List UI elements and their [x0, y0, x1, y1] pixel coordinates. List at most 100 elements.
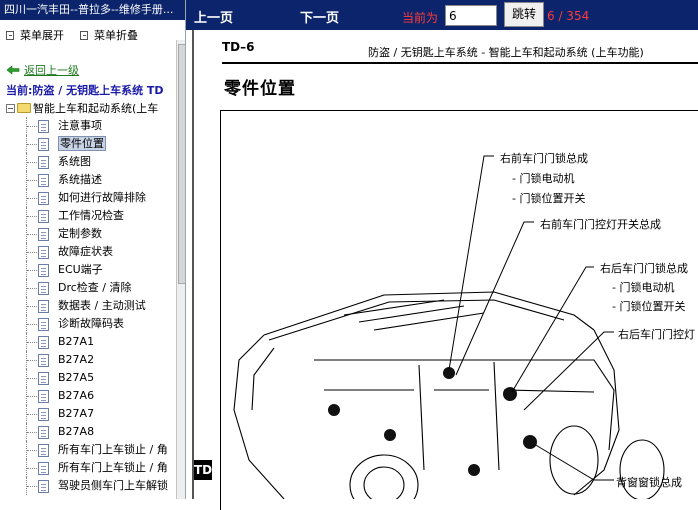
- tree-item[interactable]: 所有车门上车锁止 / 角: [0, 459, 176, 477]
- tree-item[interactable]: 故障症状表: [0, 243, 176, 261]
- tree-connector: [27, 342, 37, 343]
- document-icon: [38, 282, 49, 295]
- tree-connector: [27, 450, 37, 451]
- tree-item[interactable]: 驾驶员侧车门上车解锁: [0, 477, 176, 495]
- tree-item-label: 数据表 / 主动测试: [58, 299, 146, 312]
- back-arrow-icon: [6, 65, 20, 75]
- document-icon: [38, 480, 49, 493]
- tree-item-label: 零件位置: [58, 136, 106, 151]
- tree-item-label: 定制参数: [58, 227, 102, 240]
- tree-item-label: B27A1: [58, 335, 95, 348]
- callout-rf-door-lock: 右前车门门锁总成: [500, 152, 588, 165]
- callout-rf-lock-switch: - 门锁位置开关: [512, 192, 586, 205]
- document-icon: [38, 372, 49, 385]
- tree-item[interactable]: B27A7: [0, 405, 176, 423]
- tree-connector: [27, 252, 37, 253]
- document-icon: [38, 156, 49, 169]
- current-page-label: 当前为: [402, 11, 439, 25]
- tree-connector: [27, 288, 37, 289]
- tree-item[interactable]: 诊断故障码表: [0, 315, 176, 333]
- document-icon: [38, 174, 49, 187]
- tree-item-label: Drc检查 / 清除: [58, 281, 132, 294]
- tree-items: 注意事项零件位置系统图系统描述如何进行故障排除 工作情况检查 定制参数故障症状表 EC…: [0, 117, 176, 495]
- tree-connector: [27, 486, 37, 487]
- current-location: 当前:防盗 / 无钥匙上车系统 TD: [6, 84, 164, 97]
- tree-item-label: ECU端子: [58, 263, 103, 276]
- tree-connector: [27, 270, 37, 271]
- tree-item-label: 驾驶员侧车门上车解锁: [58, 479, 168, 492]
- document-icon: [38, 228, 49, 241]
- next-page-link[interactable]: 下一页: [300, 7, 339, 26]
- tree-item[interactable]: 数据表 / 主动测试: [0, 297, 176, 315]
- tree-connector: [27, 324, 37, 325]
- tree-item-label: 诊断故障码表: [58, 317, 124, 330]
- tree-item-label: B27A8: [58, 425, 95, 438]
- document-icon: [38, 336, 49, 349]
- tree-item[interactable]: Drc检查 / 清除: [0, 279, 176, 297]
- expand-menu-label: 菜单展开: [20, 29, 64, 42]
- tree-item-label: 如何进行故障排除: [58, 191, 146, 204]
- tree-connector: [27, 396, 37, 397]
- collapse-menu-label: 菜单折叠: [94, 29, 138, 42]
- expand-menu-button[interactable]: 菜单展开: [6, 27, 64, 43]
- page-count: 6 / 354: [547, 9, 590, 23]
- callout-rr-lock-motor: - 门锁电动机: [612, 281, 675, 294]
- tree-connector: [27, 198, 37, 199]
- tree-connector: [27, 306, 37, 307]
- expand-icon: [6, 30, 14, 40]
- callout-rr-lock-switch: - 门锁位置开关: [612, 300, 686, 313]
- document-icon: [38, 408, 49, 421]
- tree-item[interactable]: B27A1: [0, 333, 176, 351]
- back-link[interactable]: 返回上一级: [6, 62, 79, 78]
- tree-item-label: 注意事项: [58, 119, 102, 132]
- tree-connector: [27, 468, 37, 469]
- tree-root-node[interactable]: − 智能上车和起动系统(上车: [6, 100, 158, 116]
- tree-connector: [27, 144, 37, 145]
- document-icon: [38, 192, 49, 205]
- collapse-menu-button[interactable]: 菜单折叠: [80, 27, 138, 43]
- tree-item-label: B27A5: [58, 371, 95, 384]
- document-icon: [38, 210, 49, 223]
- tree-item[interactable]: 零件位置: [0, 135, 176, 153]
- tree-item[interactable]: 注意事项: [0, 117, 176, 135]
- callout-rf-courtesy-switch: 右前车门门控灯开关总成: [540, 218, 661, 231]
- page-number-input[interactable]: [445, 5, 497, 26]
- tree-item[interactable]: 如何进行故障排除: [0, 189, 176, 207]
- document-icon: [38, 426, 49, 439]
- page-toolbar: 上一页 下一页 当前为 跳转 6 / 354: [186, 0, 698, 30]
- main-content: 上一页 下一页 当前为 跳转 6 / 354 TD–6 防盗 / 无钥匙上车系统…: [186, 0, 698, 510]
- tree-connector: [27, 126, 37, 127]
- tree-item[interactable]: 定制参数: [0, 225, 176, 243]
- document-icon: [38, 120, 49, 133]
- jump-button[interactable]: 跳转: [504, 2, 544, 27]
- document-icon: [38, 444, 49, 457]
- callout-back-door-lock: 背窗窗锁总成: [616, 476, 682, 489]
- tree-item-label: 工作情况检查: [58, 209, 124, 222]
- tree-connector: [27, 414, 37, 415]
- tree-item-label: 故障症状表: [58, 245, 113, 258]
- tree-item-label: 所有车门上车锁止 / 角: [58, 443, 168, 456]
- tree-item[interactable]: ECU端子: [0, 261, 176, 279]
- tree-item-label: B27A7: [58, 407, 95, 420]
- collapse-icon: [80, 30, 88, 40]
- prev-page-link[interactable]: 上一页: [194, 7, 233, 26]
- tree-item[interactable]: 工作情况检查: [0, 207, 176, 225]
- window-title: 四川一汽丰田--普拉多--维修手册...: [0, 0, 185, 20]
- callout-rr-door-lock: 右后车门门锁总成: [600, 262, 688, 275]
- tree-connector: [27, 378, 37, 379]
- document-icon: [38, 246, 49, 259]
- tree-item[interactable]: 系统图: [0, 153, 176, 171]
- tree-item[interactable]: B27A6: [0, 387, 176, 405]
- tree-item-label: B27A2: [58, 353, 95, 366]
- collapse-node-icon[interactable]: −: [6, 103, 15, 113]
- left-scrollbar[interactable]: [176, 40, 185, 499]
- folder-icon: [17, 103, 31, 113]
- tree-item[interactable]: B27A8: [0, 423, 176, 441]
- tree-item[interactable]: B27A5: [0, 369, 176, 387]
- tree-item-label: 系统描述: [58, 173, 102, 186]
- scrollbar-thumb[interactable]: [178, 44, 185, 284]
- tree-item[interactable]: B27A2: [0, 351, 176, 369]
- document-icon: [38, 354, 49, 367]
- tree-item[interactable]: 系统描述: [0, 171, 176, 189]
- tree-item[interactable]: 所有车门上车锁止 / 角: [0, 441, 176, 459]
